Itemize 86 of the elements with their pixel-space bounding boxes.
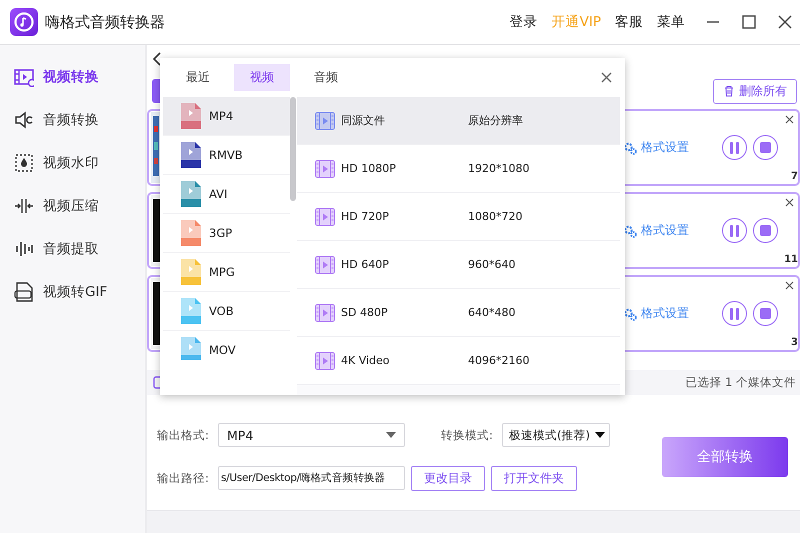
progress-text: 11 (784, 254, 798, 265)
gear-icon (623, 306, 637, 320)
format-select[interactable]: MP4 (218, 423, 405, 447)
tab[interactable]: 音频 (298, 64, 354, 91)
sidebar-item[interactable]: 视频转换 (0, 55, 145, 98)
preset-resolution: 1080*720 (468, 210, 522, 223)
speaker-icon (14, 110, 34, 130)
stop-button[interactable] (753, 135, 778, 160)
sidebar-item[interactable]: 视频压缩 (0, 184, 145, 227)
header-link[interactable]: 菜单 (657, 13, 685, 31)
sidebar-item[interactable]: 视频转GIF (0, 270, 145, 313)
app-title: 嗨格式音频转换器 (45, 12, 165, 32)
film-icon (315, 256, 335, 274)
film-icon (315, 304, 335, 322)
app-logo-icon (10, 8, 38, 36)
preset-row[interactable]: HD 1080P 1920*1080 (297, 145, 620, 193)
close-icon[interactable] (601, 72, 612, 83)
close-icon[interactable] (777, 14, 793, 30)
trash-icon (723, 85, 735, 97)
format-item[interactable]: VOB (163, 292, 290, 331)
preset-resolution: 640*480 (468, 306, 516, 319)
pause-button[interactable] (722, 301, 747, 326)
close-icon[interactable] (785, 198, 794, 207)
stop-button[interactable] (753, 218, 778, 243)
preset-row[interactable]: HD 640P 960*640 (297, 241, 620, 289)
format-item[interactable]: MP4 (163, 97, 290, 136)
field-label: 输出路径: (157, 470, 210, 486)
preset-row[interactable]: 同源文件 原始分辨率 (297, 97, 620, 145)
scrollbar-thumb[interactable] (290, 97, 296, 201)
preset-resolution: 原始分辨率 (468, 113, 523, 128)
preset-name: 4K Video (341, 354, 391, 367)
preset-name: HD 640P (341, 258, 390, 271)
format-settings-link[interactable]: 格式设置 (623, 139, 689, 156)
sidebar-item[interactable]: 音频提取 (0, 227, 145, 270)
preset-resolution: 4096*2160 (468, 354, 530, 367)
pause-button[interactable] (722, 218, 747, 243)
convert-all-button[interactable]: 全部转换 (662, 436, 788, 476)
preset-name: 同源文件 (341, 113, 386, 128)
back-icon[interactable] (152, 52, 162, 66)
field-label: 输出格式: (157, 428, 210, 442)
format-settings-link[interactable]: 格式设置 (623, 222, 689, 239)
selection-count: 已选择 1 个媒体文件 (685, 375, 796, 390)
tab[interactable]: 最近 (170, 64, 226, 91)
format-item[interactable]: MOV (163, 331, 290, 360)
header-link[interactable]: 登录 (510, 13, 538, 31)
preset-name: SD 480P (341, 306, 389, 319)
preset-resolution: 960*640 (468, 258, 516, 271)
sidebar-item[interactable]: 音频转换 (0, 98, 145, 141)
header-link[interactable]: 客服 (615, 13, 643, 31)
format-item[interactable]: RMVB (163, 136, 290, 175)
preset-row[interactable]: SD 480P 640*480 (297, 289, 620, 337)
preset-name: HD 1080P (341, 162, 397, 175)
preset-resolution: 1920*1080 (468, 162, 530, 175)
film-icon (14, 66, 34, 86)
change-directory-button[interactable]: 更改目录 (411, 466, 485, 490)
film-icon (315, 208, 335, 226)
format-item[interactable]: 3GP (163, 214, 290, 253)
progress-text: 7 (791, 171, 798, 182)
droplet-icon (14, 152, 34, 172)
sidebar-item[interactable]: 视频水印 (0, 141, 145, 184)
caret-icon (595, 432, 605, 438)
film-icon (315, 352, 335, 370)
path-field[interactable]: s/User/Desktop/嗨格式音频转换器 (218, 466, 405, 490)
close-icon[interactable] (785, 281, 794, 290)
mode-select[interactable]: 极速模式(推荐) (502, 423, 610, 447)
film-icon (315, 112, 335, 130)
stop-button[interactable] (753, 301, 778, 326)
preset-row[interactable]: HD 720P 1080*720 (297, 193, 620, 241)
preset-row[interactable]: 4K Video 4096*2160 (297, 337, 620, 385)
progress-text: 3 (791, 337, 798, 348)
open-folder-button[interactable]: 打开文件夹 (491, 466, 577, 490)
gear-icon (623, 224, 637, 238)
maximize-icon[interactable] (741, 14, 757, 30)
tab[interactable]: 视频 (234, 64, 290, 91)
file-icon (14, 282, 34, 302)
pause-button[interactable] (722, 135, 747, 160)
film-icon (315, 160, 335, 178)
preset-name: HD 720P (341, 210, 390, 223)
close-icon[interactable] (785, 115, 794, 124)
caret-icon (386, 432, 396, 438)
format-item[interactable]: MPG (163, 253, 290, 292)
format-settings-link[interactable]: 格式设置 (623, 305, 689, 322)
format-item[interactable]: AVI (163, 175, 290, 214)
gear-icon (623, 140, 637, 154)
field-label: 转换模式: (441, 428, 494, 442)
delete-all-button[interactable]: 删除所有 (713, 78, 797, 104)
